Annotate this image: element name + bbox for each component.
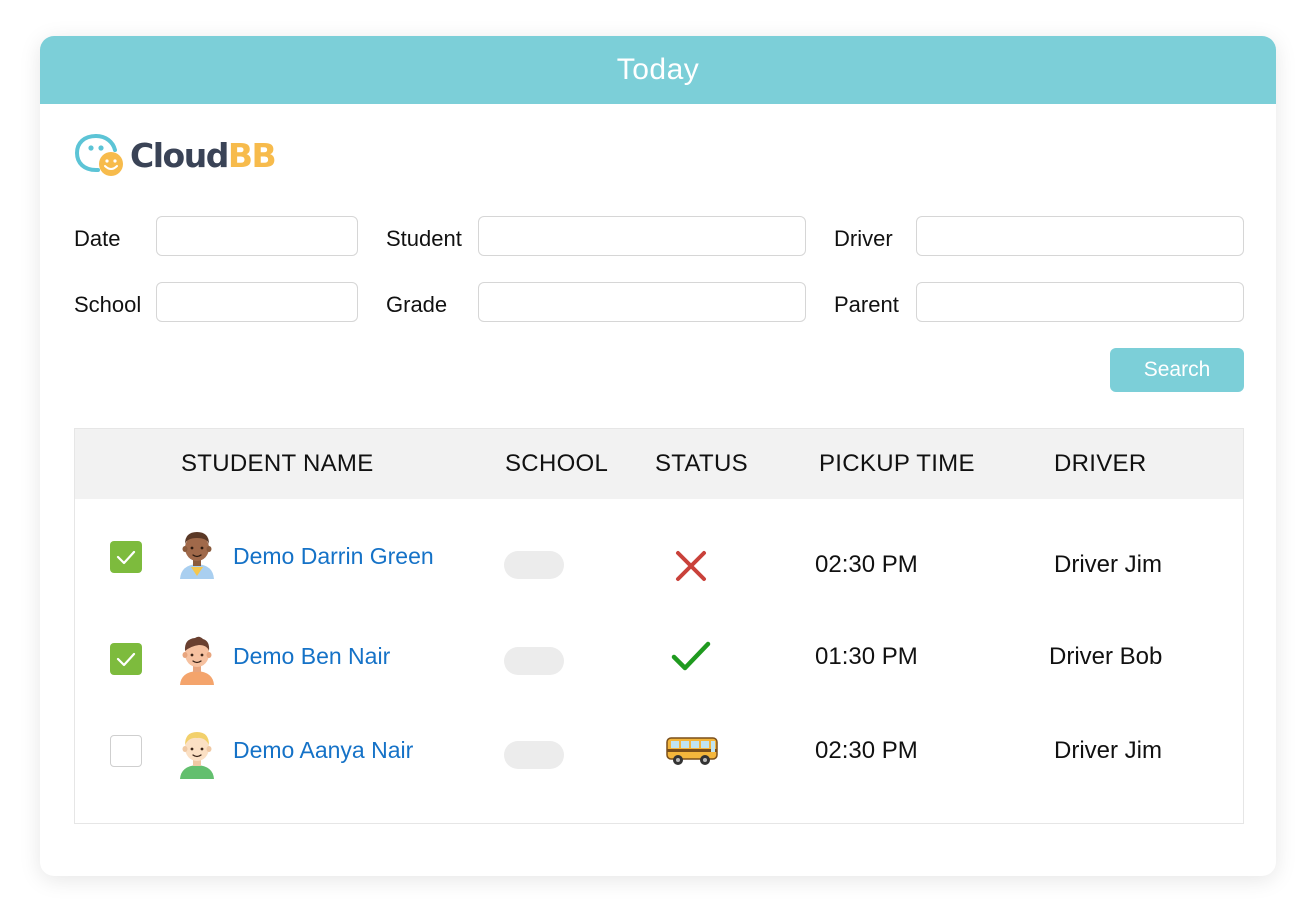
driver-name: Driver Jim [1054,737,1162,764]
today-card: Today CloudBB Date Student Driver School… [40,36,1276,876]
cloud-smile-logo-icon [74,134,123,176]
column-header-driver[interactable]: DRIVER [1054,450,1146,478]
row-checkbox[interactable] [110,541,142,573]
school-bus-icon [666,737,718,765]
search-button[interactable]: Search [1110,348,1244,392]
brand-name-part1: Cloud [130,135,229,175]
driver-label: Driver [834,226,893,251]
pickup-time: 02:30 PM [815,737,918,764]
checkmark-icon [116,652,136,667]
cloudbb-logo: CloudBB [74,132,277,178]
student-input[interactable] [478,216,806,256]
school-label: School [74,292,142,317]
date-label: Date [74,226,121,251]
brand-name: CloudBB [130,135,277,175]
table-row: Demo Ben Nair 01:30 PM Driver Bob [75,613,1243,703]
parent-input[interactable] [916,282,1244,322]
student-name-link[interactable]: Demo Aanya Nair [233,737,413,764]
card-header: Today [40,36,1276,104]
driver-name: Driver Jim [1054,551,1162,578]
date-input[interactable] [156,216,358,256]
blonde-hair-kid-avatar-icon [180,732,214,779]
dark-skin-curly-hair-avatar-icon [180,532,214,579]
column-header-pickup-time[interactable]: PICKUP TIME [819,450,975,478]
brand-name-part2: BB [227,135,277,175]
grade-input[interactable] [478,282,806,322]
column-header-school[interactable]: SCHOOL [505,450,608,478]
student-name-link[interactable]: Demo Ben Nair [233,643,390,670]
table-row: Demo Aanya Nair 02:30 PM Driver Jim [75,713,1243,803]
driver-name: Driver Bob [1049,643,1163,670]
column-header-status[interactable]: STATUS [655,450,748,478]
school-badge [504,551,564,579]
cross-icon [676,551,706,581]
grade-label: Grade [386,292,448,317]
student-label: Student [386,226,462,251]
parent-label: Parent [834,292,899,317]
row-checkbox[interactable] [110,643,142,675]
table-row: Demo Darrin Green 02:30 PM Driver Jim [75,513,1243,603]
school-badge [504,647,564,675]
pickup-time: 02:30 PM [815,551,918,578]
school-badge [504,741,564,769]
check-icon [671,641,711,671]
students-table: STUDENT NAME SCHOOL STATUS PICKUP TIME D… [74,428,1244,824]
table-header: STUDENT NAME SCHOOL STATUS PICKUP TIME D… [75,429,1243,499]
pickup-time: 01:30 PM [815,643,918,670]
brown-hair-boy-avatar-icon [180,636,214,685]
school-input[interactable] [156,282,358,322]
student-name-link[interactable]: Demo Darrin Green [233,543,434,570]
column-header-student-name[interactable]: STUDENT NAME [181,450,374,478]
page-title: Today [616,53,700,86]
checkmark-icon [116,550,136,565]
driver-input[interactable] [916,216,1244,256]
row-checkbox[interactable] [110,735,142,767]
